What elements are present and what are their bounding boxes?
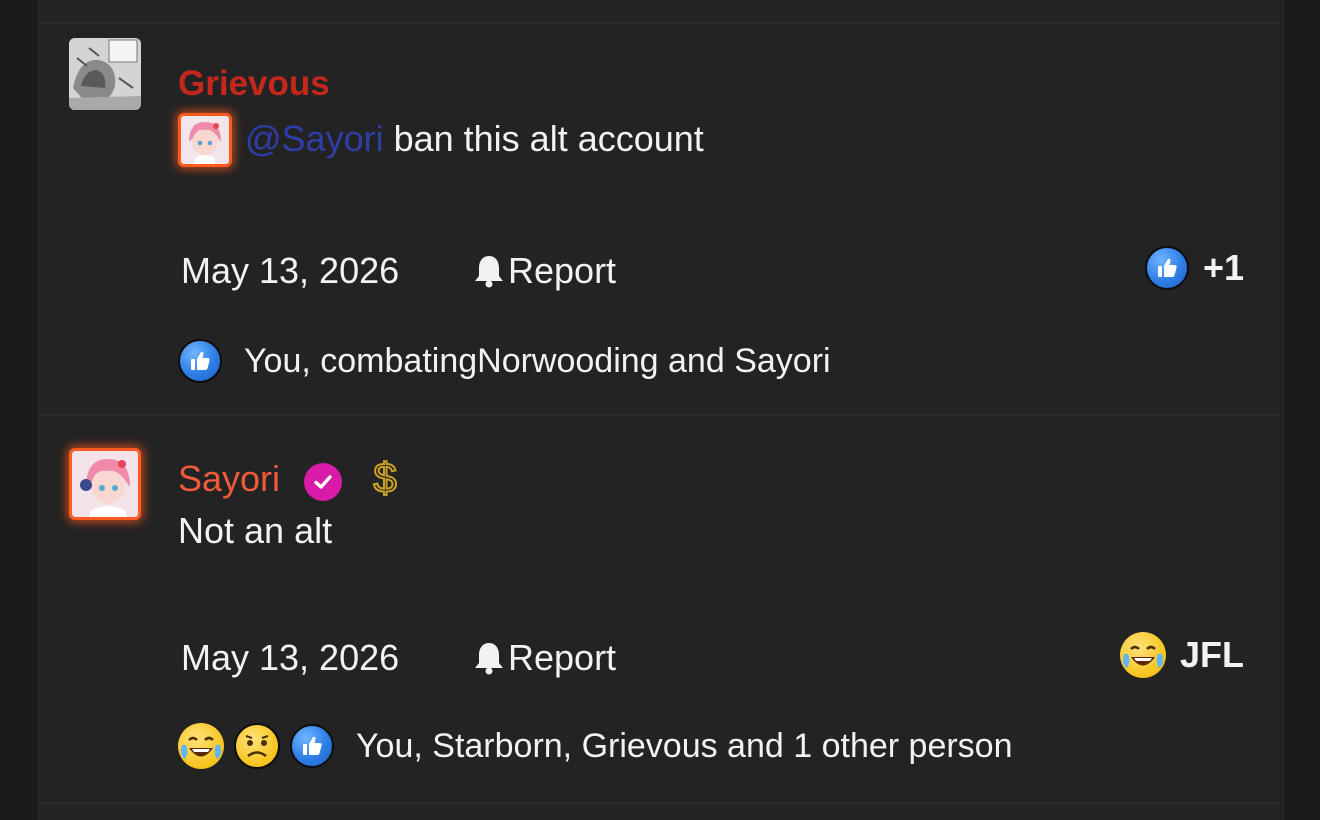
report-label: Report bbox=[508, 637, 617, 678]
reaction-summary[interactable]: +1 bbox=[1144, 246, 1244, 290]
reactions-list[interactable]: You, Starborn, Grievous and 1 other pers… bbox=[178, 723, 1013, 769]
reaction-summary-label: JFL bbox=[1179, 634, 1244, 675]
post-divider bbox=[40, 802, 1280, 804]
reaction-summary[interactable]: JFL bbox=[1119, 632, 1244, 678]
post-body: @Sayori ban this alt account bbox=[245, 118, 704, 160]
bell-icon bbox=[475, 256, 503, 288]
reactors-text: You, combatingNorwooding and Sayori bbox=[244, 341, 831, 380]
report-button[interactable]: Report bbox=[472, 250, 616, 292]
post-text: ban this alt account bbox=[383, 118, 704, 159]
bell-icon bbox=[475, 643, 503, 675]
crying-laughing-icon bbox=[178, 723, 224, 769]
dollar-icon: $ bbox=[368, 453, 402, 509]
svg-text:$: $ bbox=[373, 454, 396, 500]
anime-avatar-image bbox=[181, 116, 229, 164]
reactions-list[interactable]: You, combatingNorwooding and Sayori bbox=[178, 339, 831, 383]
post-grievous: Grievous @Sayori ban this alt account Ma… bbox=[40, 24, 1280, 416]
sayori-avatar[interactable] bbox=[69, 448, 141, 520]
post-date[interactable]: May 13, 2026 bbox=[181, 637, 399, 679]
mention-avatar[interactable] bbox=[178, 113, 232, 167]
mention-link[interactable]: @Sayori bbox=[245, 118, 384, 159]
report-button[interactable]: Report bbox=[472, 637, 616, 679]
post-body: Not an alt bbox=[178, 510, 333, 551]
author-name[interactable]: Grievous bbox=[178, 64, 330, 104]
anime-avatar-image bbox=[72, 451, 138, 517]
like-icon bbox=[178, 339, 222, 383]
reactors-text: You, Starborn, Grievous and 1 other pers… bbox=[356, 726, 1013, 765]
crying-laughing-icon bbox=[1119, 632, 1166, 678]
reaction-summary-label: +1 bbox=[1202, 247, 1244, 288]
author-name[interactable]: Sayori bbox=[178, 458, 280, 499]
grievous-avatar[interactable] bbox=[69, 38, 141, 110]
post-sayori: Sayori $ Not an alt May 13, 2026 Report bbox=[40, 416, 1280, 802]
report-label: Report bbox=[508, 250, 617, 291]
sad-face-icon bbox=[234, 723, 280, 769]
verified-check-icon bbox=[304, 462, 343, 501]
post-date[interactable]: May 13, 2026 bbox=[181, 250, 399, 292]
like-icon bbox=[1144, 246, 1189, 290]
author-name-row: Sayori $ bbox=[178, 453, 402, 509]
manga-avatar-image bbox=[69, 38, 141, 110]
like-icon bbox=[290, 724, 334, 768]
